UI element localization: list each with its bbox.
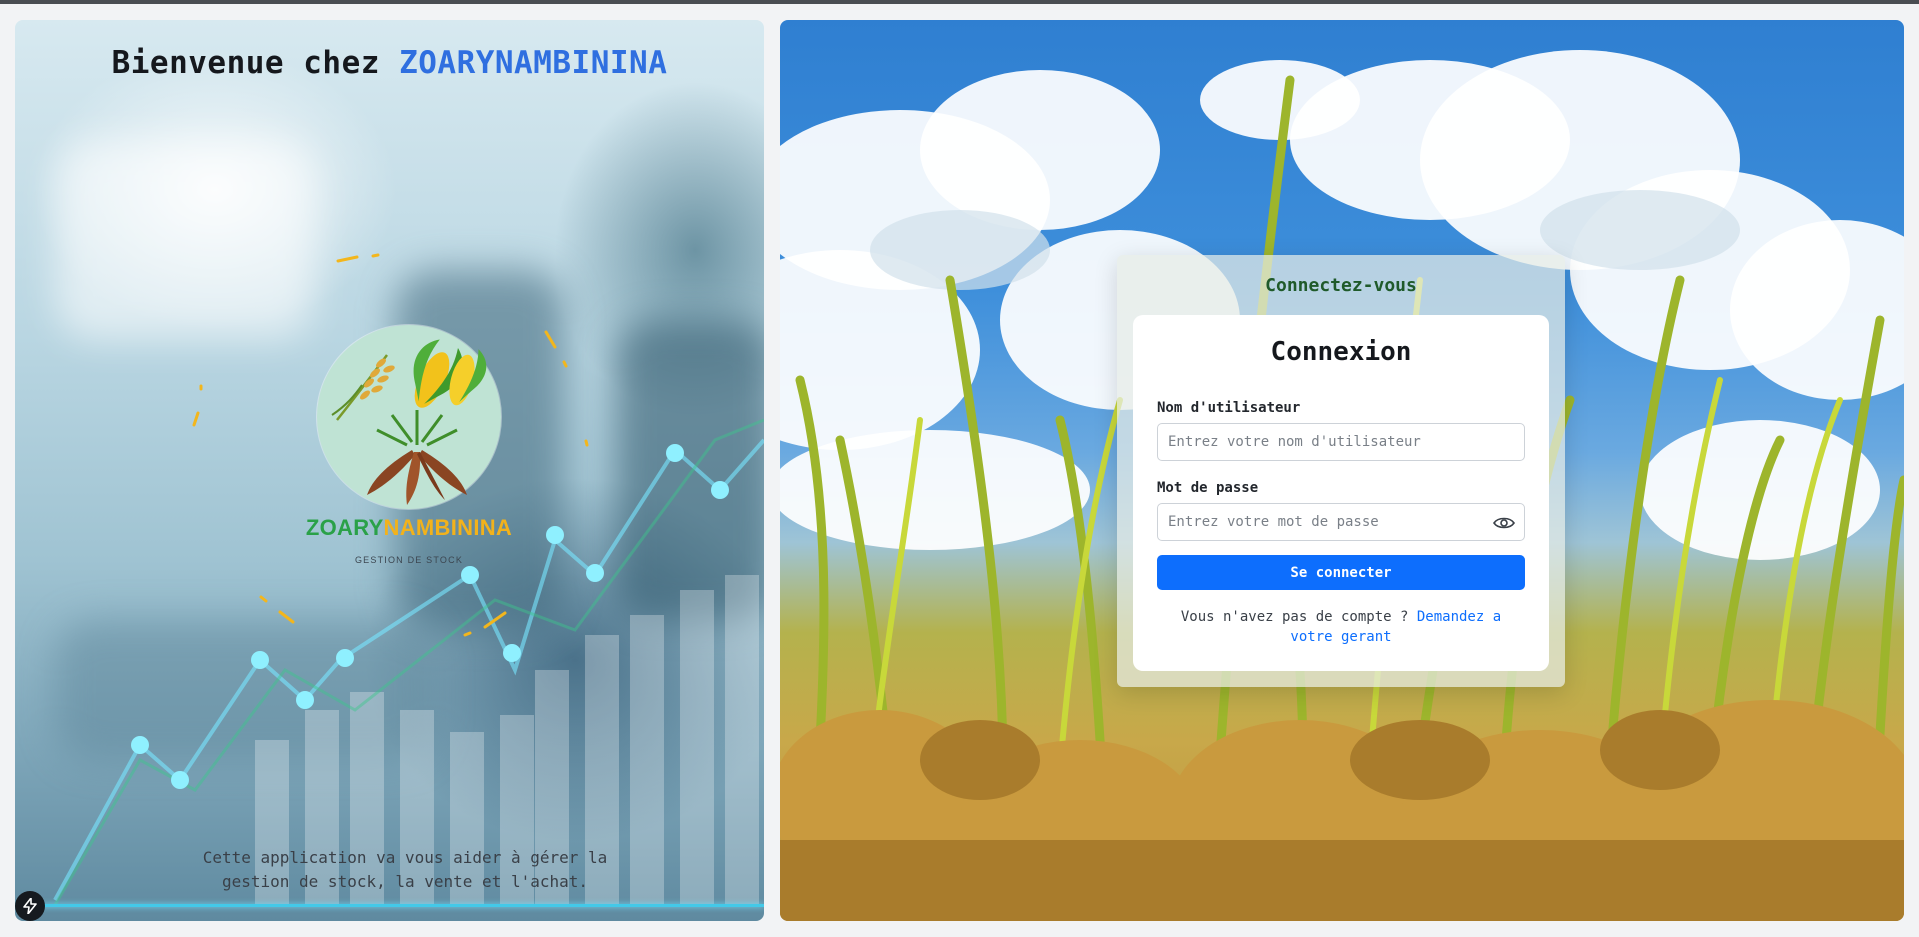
login-container: Connectez-vous Connexion Nom d'utilisate… — [1117, 255, 1565, 687]
top-border — [0, 0, 1919, 4]
welcome-prefix: Bienvenue chez — [111, 45, 400, 81]
login-form: Connexion Nom d'utilisateur Mot de passe… — [1133, 315, 1549, 671]
welcome-panel: Bienvenue chez ZOARYNAMBININA ZOARYNAMBI… — [15, 20, 764, 921]
username-label: Nom d'utilisateur — [1157, 400, 1301, 416]
lightning-icon[interactable] — [15, 891, 45, 921]
welcome-heading: Bienvenue chez ZOARYNAMBININA — [15, 45, 764, 81]
signup-prompt: Vous n'avez pas de compte ? Demandez a v… — [1157, 607, 1525, 647]
card-title: Connectez-vous — [1265, 275, 1417, 296]
username-input[interactable] — [1157, 423, 1525, 461]
crops-icon — [331, 339, 487, 505]
app-description: Cette application va vous aider à gérer … — [202, 848, 608, 891]
logo-wordmark: ZOARYNAMBININA — [285, 515, 533, 541]
eye-icon[interactable] — [1493, 515, 1515, 531]
company-logo: ZOARYNAMBININA GESTION DE STOCK — [285, 325, 533, 575]
glow-line — [15, 904, 764, 907]
logo-name-part1: ZOARY — [305, 515, 384, 540]
welcome-brand: ZOARYNAMBININA — [399, 45, 668, 81]
logo-name-part2: NAMBININA — [383, 515, 513, 540]
form-title: Connexion — [1270, 337, 1412, 367]
password-label: Mot de passe — [1157, 480, 1259, 496]
password-input[interactable] — [1157, 503, 1525, 541]
logo-emblem — [317, 325, 501, 509]
logo-subtitle: GESTION DE STOCK — [354, 555, 464, 565]
login-button[interactable]: Se connecter — [1157, 555, 1525, 590]
no-account-text: Vous n'avez pas de compte ? — [1180, 609, 1417, 625]
